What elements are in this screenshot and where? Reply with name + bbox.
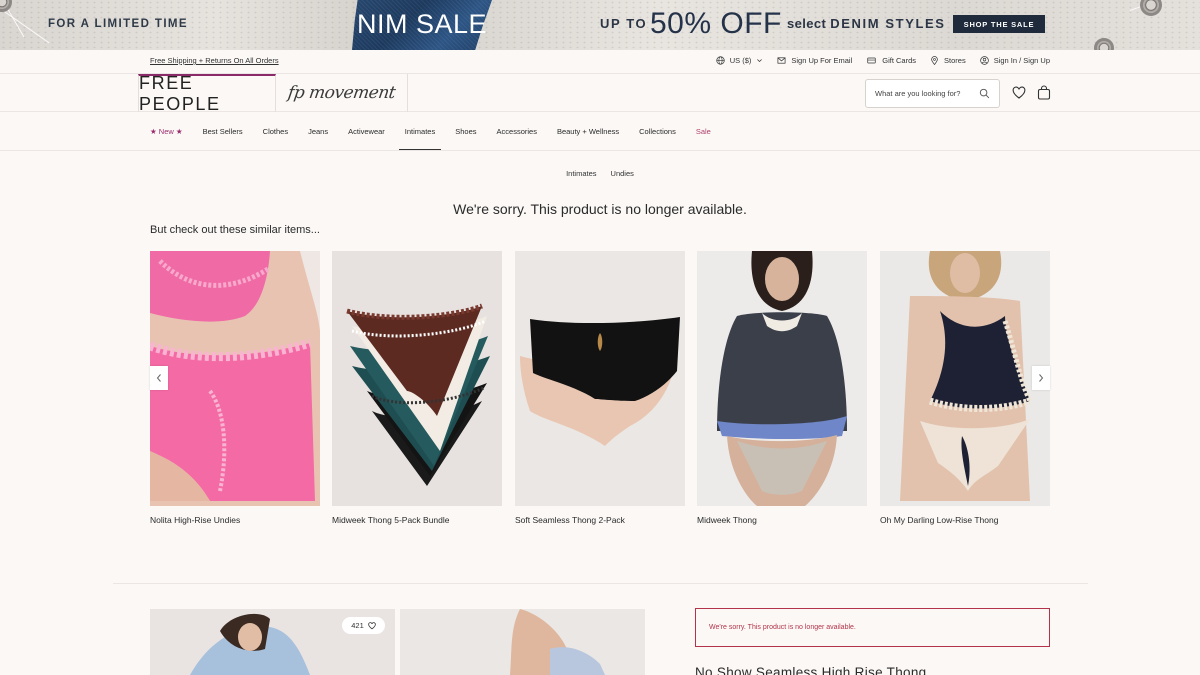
product-card[interactable]: Midweek Thong (697, 251, 867, 525)
chevron-right-icon (1039, 374, 1044, 382)
shopping-bag-icon[interactable] (1037, 85, 1051, 100)
utility-links: US ($) Sign Up For Email Gift Cards Stor… (716, 56, 1050, 65)
product-photo (332, 251, 502, 506)
product-photo (150, 251, 320, 506)
product-title[interactable]: Nolita High-Rise Undies (150, 515, 320, 525)
promo-select-text: select DENIM STYLES (787, 16, 946, 31)
product-title-heading: No Show Seamless High Rise Thong (695, 665, 927, 675)
product-card[interactable]: Nolita High-Rise Undies (150, 251, 320, 525)
envelope-icon (777, 57, 786, 64)
carousel-prev-button[interactable] (150, 366, 168, 390)
chevron-down-icon (757, 59, 763, 63)
wishlist-count-badge[interactable]: 421 (342, 617, 385, 634)
product-gallery-image[interactable] (400, 609, 645, 675)
product-photo (515, 251, 685, 506)
promo-banner[interactable]: FOR A LIMITED TIME NIM SALE UP TO 50% OF… (0, 0, 1200, 50)
location-pin-icon (931, 56, 938, 65)
nav-item-accessories[interactable]: Accessories (497, 112, 537, 150)
product-card[interactable]: Oh My Darling Low-Rise Thong (880, 251, 1050, 525)
nav-item-sale[interactable]: Sale (696, 112, 711, 150)
nav-item-shoes[interactable]: Shoes (455, 112, 476, 150)
product-card[interactable]: Soft Seamless Thong 2-Pack (515, 251, 685, 525)
carousel-next-button[interactable] (1032, 366, 1050, 390)
sign-in-link[interactable]: Sign In / Sign Up (979, 56, 1050, 65)
product-image[interactable] (880, 251, 1050, 506)
product-title[interactable]: Soft Seamless Thong 2-Pack (515, 515, 685, 525)
section-divider (113, 583, 1088, 584)
nav-item-clothes[interactable]: Clothes (263, 112, 288, 150)
similar-items-heading: But check out these similar items... (150, 224, 320, 236)
nav-item-best-sellers[interactable]: Best Sellers (203, 112, 243, 150)
product-title[interactable]: Midweek Thong (697, 515, 867, 525)
nav-item-new[interactable]: ★ New ★ (150, 112, 183, 150)
fp-movement-logo-tab[interactable]: fp movement (276, 74, 408, 112)
free-people-logo-tab[interactable]: FREE PEOPLE (138, 73, 276, 114)
search-box[interactable] (865, 79, 1000, 108)
promo-sale-title: NIM SALE (357, 9, 488, 39)
product-image[interactable] (150, 251, 320, 506)
wishlist-heart-icon[interactable] (1012, 86, 1026, 100)
breadcrumb-undies[interactable]: Undies (611, 169, 634, 178)
shop-the-sale-button[interactable]: SHOP THE SALE (953, 15, 1045, 33)
unavailable-alert: We're sorry. This product is no longer a… (695, 608, 1050, 647)
product-image[interactable] (332, 251, 502, 506)
search-icon[interactable] (979, 88, 990, 99)
promo-upto: UP TO (600, 16, 648, 31)
nav-item-beauty-wellness[interactable]: Beauty + Wellness (557, 112, 619, 150)
chevron-left-icon (156, 374, 161, 382)
currency-selector[interactable]: US ($) (716, 56, 764, 65)
product-photo (697, 251, 867, 506)
main-navigation: ★ New ★ Best Sellers Clothes Jeans Activ… (0, 112, 1200, 151)
similar-items-carousel: Nolita High-Rise Undies Midweek Thong 5-… (150, 251, 1050, 531)
stores-label: Stores (944, 56, 966, 65)
product-title[interactable]: Oh My Darling Low-Rise Thong (880, 515, 1050, 525)
search-input[interactable] (875, 89, 975, 98)
utility-bar: Free Shipping + Returns On All Orders US… (0, 50, 1200, 74)
globe-icon (716, 56, 725, 65)
breadcrumb: Intimates Undies (0, 169, 1200, 178)
breadcrumb-intimates[interactable]: Intimates (566, 169, 596, 178)
free-people-logo: FREE PEOPLE (139, 73, 221, 114)
promo-denim-styles: DENIM STYLES (830, 16, 946, 31)
email-signup-label: Sign Up For Email (791, 56, 853, 65)
product-image[interactable] (515, 251, 685, 506)
nav-item-activewear[interactable]: Activewear (348, 112, 385, 150)
fp-movement-logo: fp movement (286, 83, 397, 103)
promo-limited-text: FOR A LIMITED TIME (48, 18, 188, 30)
promo-select-word: select (787, 16, 827, 31)
product-card[interactable]: Midweek Thong 5-Pack Bundle (332, 251, 502, 525)
stores-link[interactable]: Stores (930, 56, 966, 65)
currency-label: US ($) (729, 56, 752, 65)
email-signup-link[interactable]: Sign Up For Email (777, 56, 852, 65)
nav-item-jeans[interactable]: Jeans (308, 112, 328, 150)
gallery-photo (400, 609, 645, 675)
gift-cards-label: Gift Cards (882, 56, 917, 65)
gift-card-icon (867, 57, 876, 64)
likes-count: 421 (351, 621, 364, 630)
brand-header: FREE PEOPLE fp movement (0, 73, 1200, 114)
user-icon (979, 56, 989, 65)
product-title[interactable]: Midweek Thong 5-Pack Bundle (332, 515, 502, 525)
heart-icon (368, 621, 376, 629)
product-image[interactable] (697, 251, 867, 506)
free-shipping-link[interactable]: Free Shipping + Returns On All Orders (150, 56, 279, 65)
gift-cards-link[interactable]: Gift Cards (866, 56, 916, 65)
product-photo (880, 251, 1050, 506)
unavailable-message: We're sorry. This product is no longer a… (453, 201, 747, 217)
nav-item-collections[interactable]: Collections (639, 112, 676, 150)
promo-percent: 50% OFF (650, 7, 782, 40)
nav-item-intimates[interactable]: Intimates (398, 112, 442, 150)
sign-in-label: Sign In / Sign Up (993, 56, 1050, 65)
